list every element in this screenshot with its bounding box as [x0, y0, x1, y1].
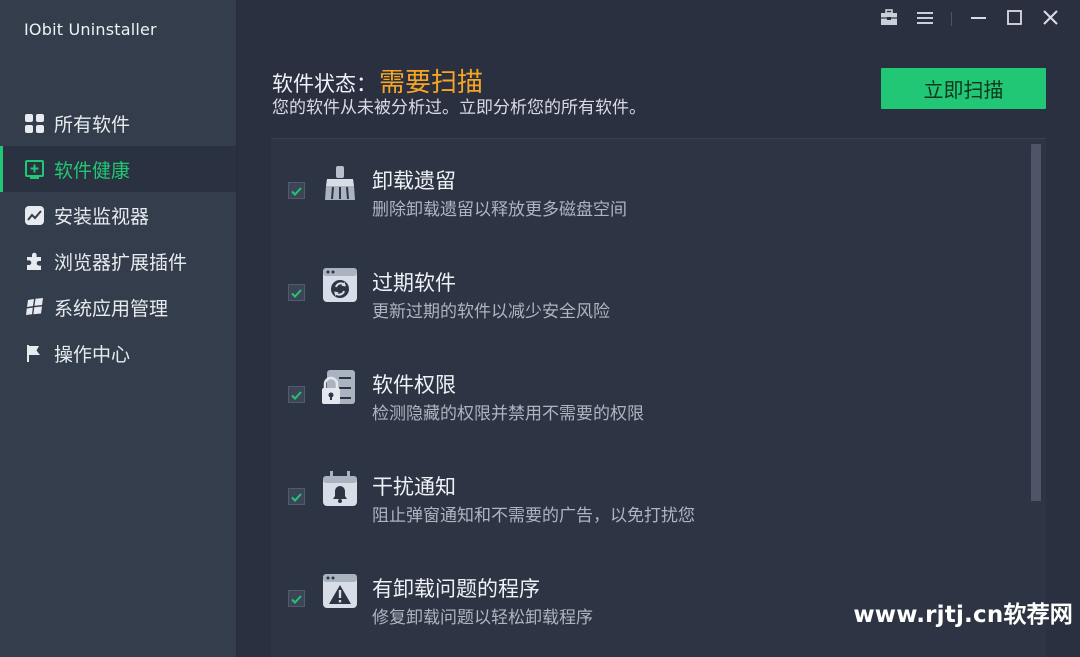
- menu-icon: [917, 10, 933, 29]
- update-window-icon: [321, 266, 359, 304]
- notification-bell-icon: [321, 470, 359, 508]
- sidebar-item-install-monitor[interactable]: 安装监视器: [0, 192, 236, 238]
- close-button[interactable]: [1032, 8, 1068, 30]
- puzzle-icon: [24, 251, 45, 272]
- sidebar-item-label: 系统应用管理: [54, 297, 169, 320]
- minimize-button[interactable]: [960, 8, 996, 30]
- sidebar: IObit Uninstaller 所有软件 软件健康 安装监视器 浏览器扩展插…: [0, 0, 237, 657]
- scan-now-button[interactable]: 立即扫描: [881, 68, 1046, 109]
- flag-icon: [24, 343, 45, 364]
- checkmark-icon: [291, 589, 302, 608]
- sidebar-item-software-health[interactable]: 软件健康: [0, 146, 236, 192]
- toolbox-icon: [880, 8, 898, 30]
- toolbox-button[interactable]: [871, 8, 907, 30]
- website-watermark: www.rjtj.cn软荐网: [853, 602, 1073, 628]
- close-icon: [1042, 9, 1058, 29]
- health-item-software-permissions: 软件权限 检测隐藏的权限并禁用不需要的权限: [271, 368, 1011, 448]
- checkmark-icon: [291, 181, 302, 200]
- minimize-icon: [970, 10, 986, 29]
- outdated-software-checkbox[interactable]: [288, 284, 305, 301]
- monitor-chart-icon: [24, 205, 45, 226]
- health-item-outdated-software: 过期软件 更新过期的软件以减少安全风险: [271, 266, 1011, 346]
- notifications-checkbox[interactable]: [288, 488, 305, 505]
- window-controls: [871, 8, 1068, 30]
- sidebar-item-label: 软件健康: [54, 159, 131, 182]
- item-title: 卸载遗留: [372, 169, 456, 193]
- health-item-notifications: 干扰通知 阻止弹窗通知和不需要的广告，以免打扰您: [271, 470, 1011, 550]
- window-controls-divider: [951, 12, 952, 26]
- sidebar-item-label: 安装监视器: [54, 205, 150, 228]
- scrollbar-thumb[interactable]: [1031, 144, 1041, 501]
- item-title: 有卸载问题的程序: [372, 577, 540, 601]
- iobit-uninstaller-window: IObit Uninstaller 所有软件 软件健康 安装监视器 浏览器扩展插…: [0, 0, 1080, 657]
- leftovers-checkbox[interactable]: [288, 182, 305, 199]
- software-permissions-checkbox[interactable]: [288, 386, 305, 403]
- scrollbar[interactable]: [1031, 144, 1041, 501]
- checkmark-icon: [291, 385, 302, 404]
- item-description: 检测隐藏的权限并禁用不需要的权限: [372, 404, 644, 424]
- item-title: 干扰通知: [372, 475, 456, 499]
- grid-icon: [24, 113, 45, 134]
- item-description: 阻止弹窗通知和不需要的广告，以免打扰您: [372, 506, 695, 526]
- maximize-icon: [1006, 9, 1022, 29]
- warning-window-icon: [321, 572, 359, 610]
- broom-icon: [321, 164, 359, 202]
- problematic-programs-checkbox[interactable]: [288, 590, 305, 607]
- app-title: IObit Uninstaller: [24, 20, 157, 39]
- menu-button[interactable]: [907, 8, 943, 30]
- permission-lock-icon: [321, 368, 359, 406]
- item-description: 删除卸载遗留以释放更多磁盘空间: [372, 200, 627, 220]
- item-description: 修复卸载问题以轻松卸载程序: [372, 608, 593, 628]
- windows-icon: [24, 297, 45, 318]
- status-description: 您的软件从未被分析过。立即分析您的所有软件。: [272, 98, 646, 118]
- sidebar-item-label: 浏览器扩展插件: [54, 251, 188, 274]
- sidebar-item-label: 所有软件: [54, 113, 131, 136]
- health-item-leftovers: 卸载遗留 删除卸载遗留以释放更多磁盘空间: [271, 164, 1011, 244]
- item-description: 更新过期的软件以减少安全风险: [372, 302, 610, 322]
- sidebar-item-system-apps[interactable]: 系统应用管理: [0, 284, 236, 330]
- sidebar-item-action-center[interactable]: 操作中心: [0, 330, 236, 376]
- item-title: 软件权限: [372, 373, 456, 397]
- health-plus-icon: [24, 159, 45, 180]
- sidebar-navigation: 所有软件 软件健康 安装监视器 浏览器扩展插件 系统应用管理 操作中心: [0, 100, 236, 376]
- sidebar-item-all-software[interactable]: 所有软件: [0, 100, 236, 146]
- sidebar-item-label: 操作中心: [54, 343, 131, 366]
- maximize-button[interactable]: [996, 8, 1032, 30]
- sidebar-item-browser-extensions[interactable]: 浏览器扩展插件: [0, 238, 236, 284]
- item-title: 过期软件: [372, 271, 456, 295]
- checkmark-icon: [291, 283, 302, 302]
- checkmark-icon: [291, 487, 302, 506]
